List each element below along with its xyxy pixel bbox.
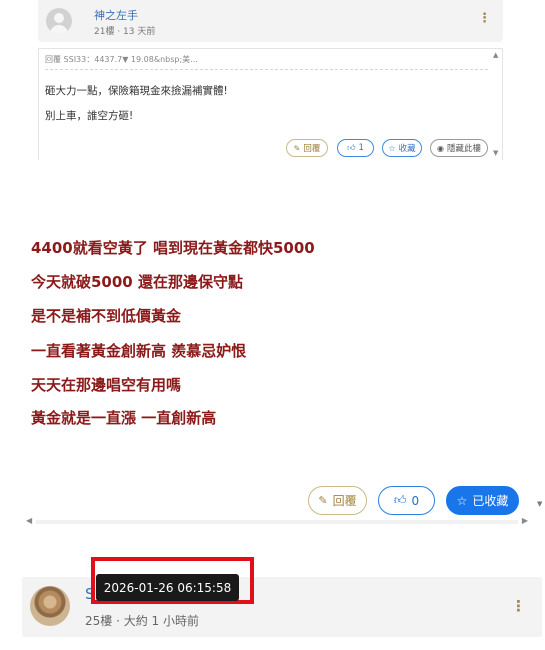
scrollbar-track[interactable] [36,520,518,524]
kebab-icon[interactable]: ⋮ [478,12,491,25]
reply-button[interactable]: ✎ 回覆 [308,486,367,515]
embedded-like-count: 1 [358,143,364,153]
favorited-label: 已收藏 [472,494,509,508]
embedded-quote-text: 回覆 SSI33：4437.7▼ 19.08&nbsp;美... [45,55,198,64]
timestamp-tooltip: 2026-01-26 06:15:58 [96,574,239,601]
message-line: 天天在那邊唱空有用嗎 [31,376,182,394]
reply-label: 回覆 [332,494,357,508]
kebab-icon[interactable]: ⋮ [511,597,526,615]
embedded-post-header: 神之左手 21樓 · 13 天前 ⋮ [38,0,503,42]
embedded-author-link[interactable]: 神之左手 [94,7,138,23]
scroll-left-icon[interactable]: ◀ [26,516,32,525]
embedded-avatar[interactable] [46,8,72,34]
quote-divider [45,69,488,70]
embedded-scrollbar[interactable]: ▲ ▼ [491,51,501,157]
message-line: 黃金就是一直漲 一直創新高 [31,409,217,427]
pencil-icon: ✎ [293,143,301,153]
scroll-right-icon[interactable]: ▶ [522,516,528,525]
embedded-content-line: 別上車，誰空方砸! [45,110,134,122]
thumbs-up-icon: 👍︎ [393,493,407,507]
scroll-up-icon[interactable]: ▲ [493,51,498,59]
post-meta: 25樓 · 大約 1 小時前 [85,614,199,628]
embedded-hide-label: 隱藏此樓 [446,144,481,154]
horizontal-scrollbar[interactable]: ◀ ▶ [22,516,532,528]
scroll-down-icon[interactable]: ▼ [537,500,542,508]
embedded-reply-label: 回覆 [303,144,321,154]
embedded-post-meta: 21樓 · 13 天前 [94,27,156,37]
message-line: 一直看著黃金創新高 羨慕忌妒恨 [31,342,247,360]
embedded-like-button[interactable]: 👍︎ 1 [337,139,374,157]
embedded-post-card: 神之左手 21樓 · 13 天前 ⋮ 回覆 SSI33：4437.7▼ 19.0… [28,0,508,160]
pencil-icon: ✎ [318,494,328,507]
star-icon: ☆ [456,493,468,508]
avatar[interactable] [30,586,70,626]
embedded-post-body: 回覆 SSI33：4437.7▼ 19.08&nbsp;美... 砸大力一點，保… [38,48,503,160]
eye-icon: ◉ [437,143,444,153]
scroll-down-icon[interactable]: ▼ [493,149,498,157]
like-count: 0 [411,493,420,508]
embedded-reply-button[interactable]: ✎ 回覆 [286,139,328,157]
like-button[interactable]: 👍︎ 0 [378,486,435,515]
favorited-button[interactable]: ☆ 已收藏 [446,486,519,515]
embedded-favorite-label: 收藏 [398,144,416,154]
embedded-content-line: 砸大力一點，保險箱現金來撿漏補實體! [45,85,228,97]
message-line: 4400就看空黃了 唱到現在黃金都快5000 [31,239,315,257]
message-line: 今天就破5000 還在那邊保守點 [31,273,243,291]
embedded-hide-button[interactable]: ◉ 隱藏此樓 [430,139,488,157]
star-icon: ☆ [388,143,396,153]
message-line: 是不是補不到低價黃金 [31,307,182,325]
thumbs-up-icon: 👍︎ [347,143,356,152]
embedded-favorite-button[interactable]: ☆ 收藏 [382,139,422,157]
